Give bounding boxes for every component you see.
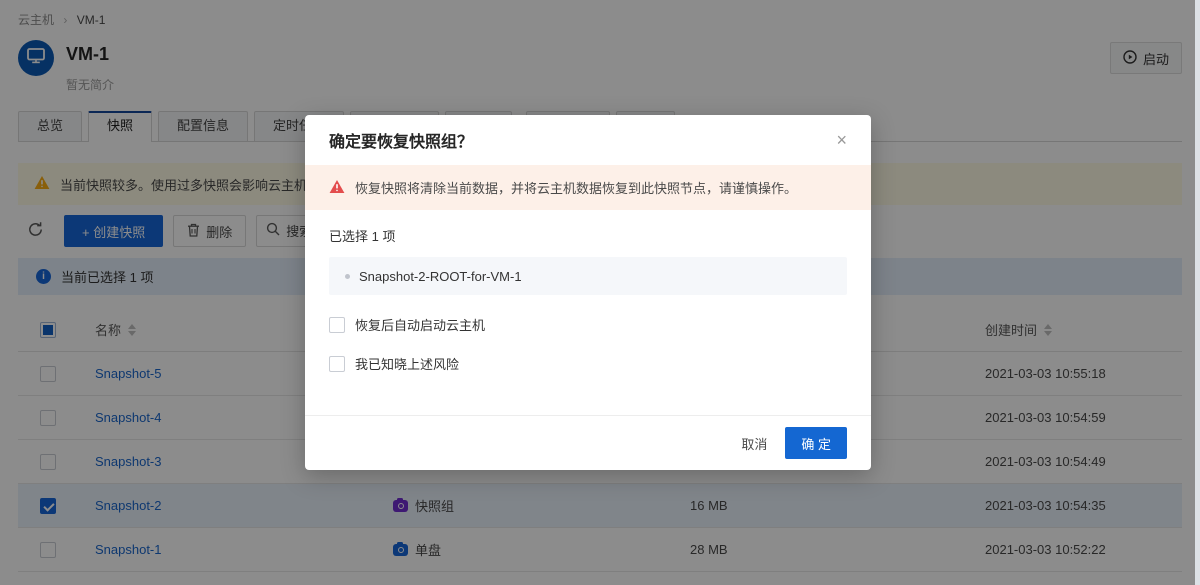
risk-checkbox[interactable]: [329, 356, 345, 372]
risk-checkbox-row[interactable]: 我已知晓上述风险: [329, 354, 847, 373]
close-icon[interactable]: ×: [836, 131, 847, 149]
modal-body: 已选择 1 项 Snapshot-2-ROOT-for-VM-1 恢复后自动启动…: [305, 210, 871, 373]
restore-snapshot-modal: 确定要恢复快照组？ × 恢复快照将清除当前数据，并将云主机数据恢复到此快照节点，…: [305, 115, 871, 470]
bullet-icon: [345, 274, 350, 279]
autostart-checkbox[interactable]: [329, 317, 345, 333]
modal-footer: 取消 确 定: [305, 415, 871, 470]
modal-alert: 恢复快照将清除当前数据，并将云主机数据恢复到此快照节点，请谨慎操作。: [305, 165, 871, 210]
autostart-checkbox-row[interactable]: 恢复后自动启动云主机: [329, 315, 847, 334]
scrollbar[interactable]: [1195, 0, 1200, 585]
risk-checkbox-label: 我已知晓上述风险: [355, 354, 459, 373]
alert-triangle-icon: [329, 179, 345, 197]
selected-item-name: Snapshot-2-ROOT-for-VM-1: [359, 269, 522, 284]
selected-count-label: 已选择 1 项: [329, 226, 847, 245]
confirm-button[interactable]: 确 定: [785, 427, 847, 459]
modal-title: 确定要恢复快照组？: [329, 128, 473, 152]
modal-header: 确定要恢复快照组？ ×: [305, 115, 871, 165]
selected-item: Snapshot-2-ROOT-for-VM-1: [329, 257, 847, 295]
modal-alert-text: 恢复快照将清除当前数据，并将云主机数据恢复到此快照节点，请谨慎操作。: [355, 178, 797, 197]
cancel-button[interactable]: 取消: [741, 434, 767, 453]
autostart-checkbox-label: 恢复后自动启动云主机: [355, 315, 485, 334]
